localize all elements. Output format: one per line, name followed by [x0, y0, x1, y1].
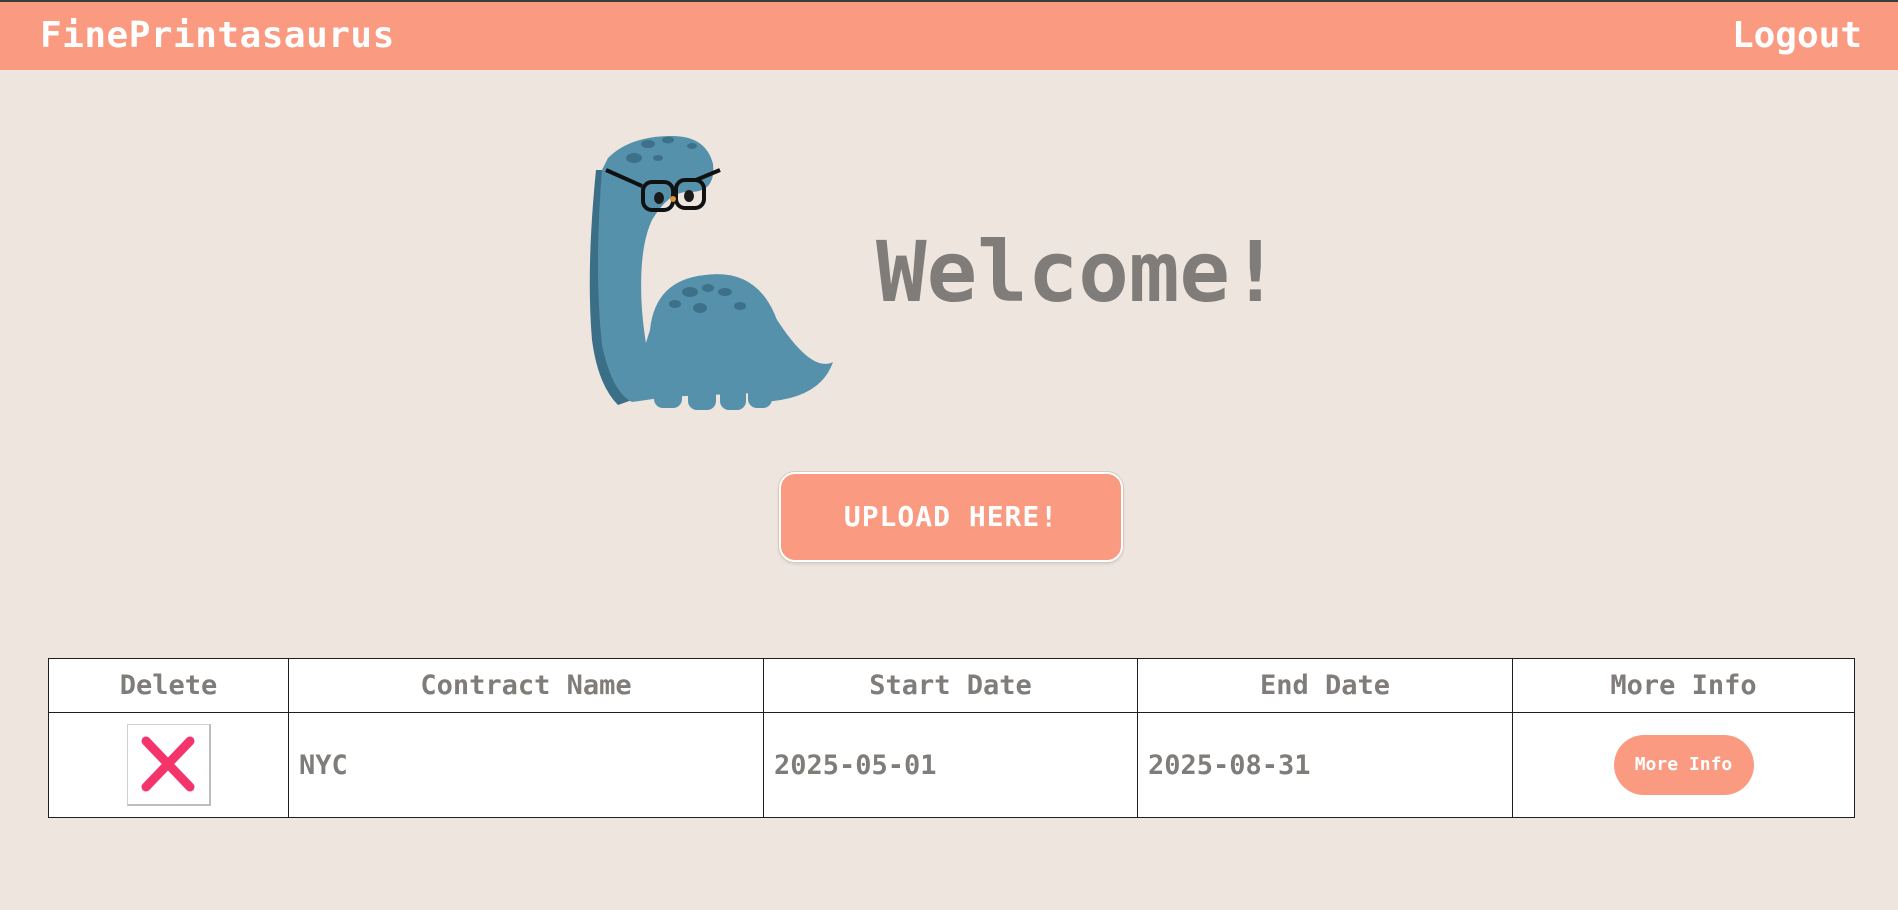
table-header-row: Delete Contract Name Start Date End Date… — [48, 658, 1855, 713]
contract-name-cell: NYC — [288, 712, 764, 818]
more-info-button[interactable]: More Info — [1613, 735, 1754, 795]
welcome-heading: Welcome! — [876, 223, 1281, 321]
contracts-table: Delete Contract Name Start Date End Date… — [48, 658, 1855, 818]
upload-button[interactable]: UPLOAD HERE! — [779, 472, 1123, 562]
dinosaur-icon — [589, 136, 833, 410]
top-navigation-bar: FinePrintasaurus Logout — [0, 0, 1898, 70]
header-start-date: Start Date — [763, 658, 1138, 713]
header-delete: Delete — [48, 658, 289, 713]
delete-cell — [48, 712, 289, 818]
more-info-cell: More Info — [1512, 712, 1855, 818]
start-date-cell: 2025-05-01 — [763, 712, 1138, 818]
table-row: NYC 2025-05-01 2025-08-31 More Info — [48, 712, 1855, 818]
logout-link[interactable]: Logout — [1732, 12, 1862, 60]
app-brand[interactable]: FinePrintasaurus — [40, 12, 395, 60]
end-date-cell: 2025-08-31 — [1137, 712, 1513, 818]
header-contract-name: Contract Name — [288, 658, 764, 713]
delete-button[interactable] — [126, 724, 211, 806]
close-x-icon — [141, 736, 195, 792]
header-more-info: More Info — [1512, 658, 1855, 713]
header-end-date: End Date — [1137, 658, 1513, 713]
